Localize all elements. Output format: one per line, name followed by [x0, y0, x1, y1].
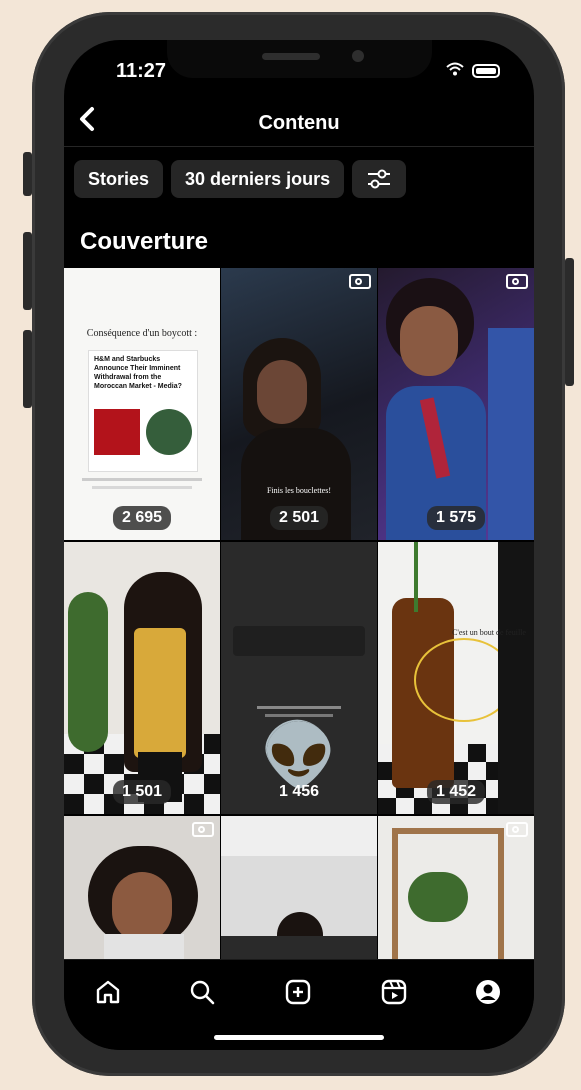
- person-photo: [134, 628, 186, 758]
- section-title: Couverture: [80, 228, 209, 255]
- nav-home[interactable]: [88, 972, 128, 1012]
- plant-image: [68, 592, 108, 752]
- person-photo: [257, 360, 307, 424]
- home-indicator: [214, 1035, 384, 1040]
- power-button: [565, 258, 574, 386]
- post-caption: C'est un bout de feuille: [452, 628, 526, 637]
- grid-item[interactable]: Conséquence d'un boycott : H&M and Starb…: [64, 268, 220, 540]
- post-caption: Finis les bouclettes!: [267, 486, 331, 495]
- starbucks-logo-image: [146, 409, 192, 455]
- reel-icon: [506, 822, 528, 837]
- notch: [167, 40, 432, 78]
- status-icons: [446, 62, 500, 80]
- page-title: Contenu: [258, 112, 340, 134]
- grid-item[interactable]: 1 575: [378, 268, 534, 540]
- view-count: 2 695: [112, 506, 172, 530]
- volume-up-button: [23, 232, 32, 310]
- wifi-icon: [446, 62, 464, 80]
- comment-preview: [233, 626, 365, 656]
- header: Contenu: [64, 102, 534, 146]
- person-photo: [112, 872, 172, 942]
- divider: [64, 146, 534, 147]
- nav-reels[interactable]: [374, 972, 414, 1012]
- reels-icon: [381, 979, 407, 1005]
- battery-icon: [472, 64, 500, 78]
- news-card: H&M and Starbucks Announce Their Imminen…: [88, 350, 198, 472]
- person-photo: [400, 306, 458, 376]
- grid-item[interactable]: 1 501: [64, 542, 220, 814]
- profile-icon: [476, 980, 500, 1004]
- view-count: 1 452: [426, 780, 486, 804]
- filter-chip-stories[interactable]: Stories: [74, 160, 164, 198]
- filter-chips: Stories 30 derniers jours: [74, 160, 407, 198]
- view-count: 1 501: [112, 780, 172, 804]
- grid-item[interactable]: [64, 816, 220, 966]
- plant-image: [408, 872, 468, 922]
- reel-icon: [192, 822, 214, 837]
- grid-item[interactable]: Finis les bouclettes! 2 501: [221, 268, 377, 540]
- phone-screen: 11:27 Contenu Stories 30 derniers jours …: [64, 40, 534, 1050]
- news-headline: H&M and Starbucks Announce Their Imminen…: [94, 356, 182, 390]
- search-icon: [190, 980, 215, 1005]
- status-time: 11:27: [116, 60, 167, 82]
- view-count: 1 575: [426, 506, 486, 530]
- view-count: 2 501: [269, 506, 329, 530]
- bottom-nav: [64, 959, 534, 1050]
- grid-item[interactable]: [378, 816, 534, 966]
- content-grid: Conséquence d'un boycott : H&M and Starb…: [64, 268, 534, 966]
- nav-create[interactable]: [278, 972, 318, 1012]
- reel-icon: [349, 274, 371, 289]
- hm-store-image: [94, 409, 140, 455]
- filter-chip-period[interactable]: 30 derniers jours: [171, 160, 345, 198]
- create-icon: [285, 979, 311, 1005]
- home-icon: [96, 980, 120, 1004]
- grid-item[interactable]: 👽 1 456: [221, 542, 377, 814]
- volume-down-button: [23, 330, 32, 408]
- reel-icon: [506, 274, 528, 289]
- view-count: 1 456: [278, 783, 320, 800]
- grid-item[interactable]: [221, 816, 377, 966]
- grid-item[interactable]: C'est un bout de feuille 1 452: [378, 542, 534, 814]
- post-caption: Conséquence d'un boycott :: [86, 328, 198, 339]
- nav-profile[interactable]: [468, 972, 508, 1012]
- mute-switch: [23, 152, 32, 196]
- sliders-icon: [368, 169, 391, 189]
- filter-settings-button[interactable]: [352, 160, 407, 198]
- nav-search[interactable]: [182, 972, 222, 1012]
